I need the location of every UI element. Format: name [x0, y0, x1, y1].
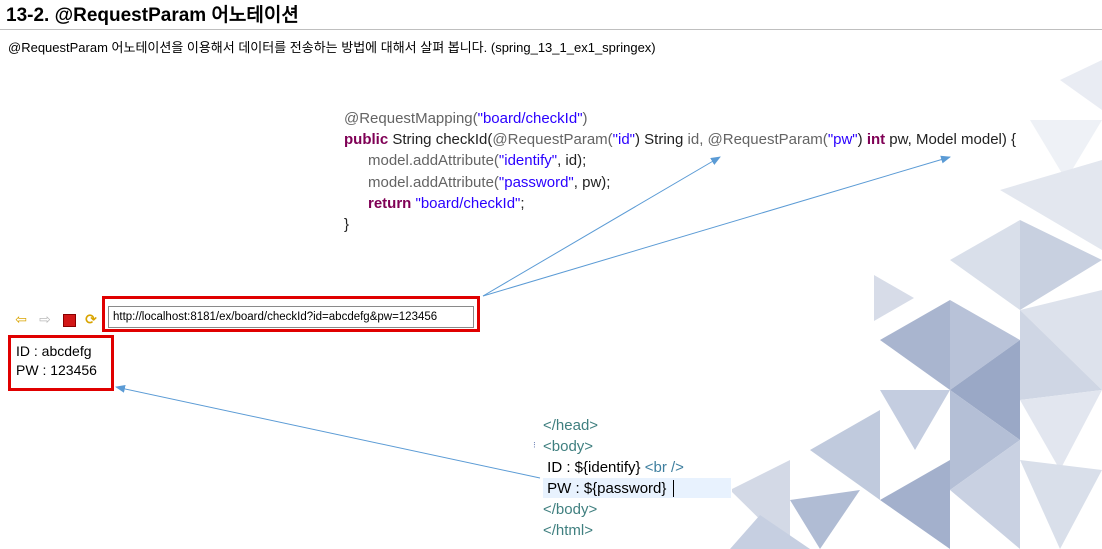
arrow-to-pw-param [482, 155, 951, 297]
arrow-to-result [115, 384, 541, 479]
arrow-to-id-param [482, 156, 721, 297]
annotation-arrows [115, 155, 951, 479]
